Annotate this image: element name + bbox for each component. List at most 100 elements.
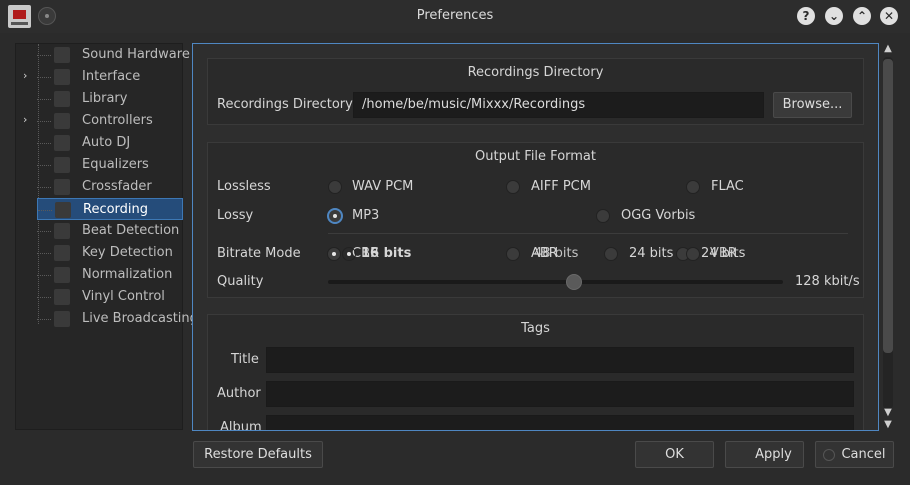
24-bits-radio[interactable] bbox=[604, 247, 618, 261]
sidebar-item-label: Beat Detection bbox=[82, 223, 180, 238]
sidebar-item-crossfader[interactable]: Crossfader bbox=[37, 176, 183, 198]
title-bar: Preferences ? ⌄ ⌃ ✕ bbox=[0, 0, 910, 33]
tree-branch bbox=[38, 210, 52, 211]
mp3-radio[interactable] bbox=[328, 209, 342, 223]
tree-branch bbox=[37, 99, 51, 100]
sidebar-item-sound-hardware[interactable]: Sound Hardware bbox=[37, 44, 190, 66]
scroll-down-arrow-icon-2[interactable]: ▼ bbox=[881, 419, 895, 431]
ok-label: OK bbox=[665, 447, 684, 462]
apply-label: Apply bbox=[755, 447, 792, 462]
tree-branch bbox=[37, 319, 51, 320]
cancel-circle-icon bbox=[823, 448, 836, 461]
apply-button[interactable]: Apply bbox=[725, 441, 804, 468]
tree-branch bbox=[37, 55, 51, 56]
preferences-sidebar: Sound Hardware Interface › Library Controlle… bbox=[15, 43, 198, 430]
sidebar-item-normalization[interactable]: Normalization bbox=[37, 264, 183, 286]
tree-branch bbox=[37, 77, 51, 78]
tags-group: Tags Title Author Album bbox=[207, 314, 864, 431]
sidebar-item-label: Interface bbox=[82, 69, 141, 84]
sidebar-item-beat-detection[interactable]: Beat Detection bbox=[37, 220, 183, 242]
cancel-label: Cancel bbox=[841, 447, 886, 462]
sidebar-item-interface[interactable]: Interface bbox=[37, 66, 183, 88]
ok-button[interactable]: OK bbox=[635, 441, 714, 468]
tree-branch bbox=[37, 143, 51, 144]
16-bits-radio[interactable] bbox=[342, 247, 356, 261]
ogg-vorbis-radio[interactable] bbox=[596, 209, 610, 223]
recordings-directory-label: Recordings Directory: bbox=[217, 97, 357, 112]
bitrate-mode-label: Bitrate Mode bbox=[217, 246, 301, 261]
key-icon bbox=[54, 245, 70, 261]
sidebar-item-key-detection[interactable]: Key Detection bbox=[37, 242, 183, 264]
wav-pcm-label: WAV PCM bbox=[352, 179, 414, 194]
quality-value: 128 kbit/s bbox=[795, 274, 860, 289]
restore-defaults-button[interactable]: Restore Defaults bbox=[193, 441, 323, 468]
autodj-icon bbox=[54, 135, 70, 151]
sidebar-item-label: Crossfader bbox=[82, 179, 152, 194]
aiff-pcm-radio[interactable] bbox=[506, 180, 520, 194]
sidebar-item-auto-dj[interactable]: Auto DJ bbox=[37, 132, 183, 154]
quality-slider-handle[interactable] bbox=[565, 274, 582, 290]
lossy-label: Lossy bbox=[217, 208, 254, 223]
speaker-icon bbox=[54, 47, 70, 63]
sidebar-item-label: Sound Hardware bbox=[82, 47, 190, 62]
recordings-directory-input[interactable]: /home/be/music/Mixxx/Recordings bbox=[353, 92, 764, 118]
maximize-button[interactable]: ⌃ bbox=[853, 7, 871, 25]
sidebar-item-label: Auto DJ bbox=[82, 135, 131, 150]
broadcast-icon bbox=[54, 311, 70, 327]
window-title: Preferences bbox=[416, 8, 494, 23]
24-bits-radio-2[interactable] bbox=[686, 247, 700, 261]
cbr-radio[interactable] bbox=[327, 247, 341, 261]
format-separator bbox=[328, 233, 848, 234]
sidebar-item-recording[interactable]: Recording bbox=[37, 198, 183, 220]
interface-icon bbox=[54, 69, 70, 85]
aiff-pcm-label: AIFF PCM bbox=[531, 179, 591, 194]
wav-pcm-radio[interactable] bbox=[328, 180, 342, 194]
controller-icon bbox=[54, 113, 70, 129]
sidebar-item-live-broadcasting[interactable]: Live Broadcasting bbox=[37, 308, 198, 330]
scroll-up-arrow-icon[interactable]: ▲ bbox=[881, 43, 895, 55]
album-label: Album bbox=[220, 420, 262, 431]
lossless-label: Lossless bbox=[217, 179, 271, 194]
sidebar-item-controllers[interactable]: Controllers bbox=[37, 110, 183, 132]
48-bits-label: 48 bits bbox=[534, 246, 579, 261]
24-bits-label: 24 bits bbox=[629, 246, 674, 261]
scroll-thumb[interactable] bbox=[883, 59, 893, 353]
help-button[interactable]: ? bbox=[797, 7, 815, 25]
chevron-right-icon[interactable]: › bbox=[23, 113, 27, 126]
sidebar-item-label: Normalization bbox=[82, 267, 173, 282]
minimize-button[interactable]: ⌄ bbox=[825, 7, 843, 25]
output-format-title: Output File Format bbox=[475, 149, 596, 164]
mp3-label: MP3 bbox=[352, 208, 380, 223]
recording-preferences-panel: Recordings Directory Recordings Director… bbox=[192, 43, 879, 431]
browse-button[interactable]: Browse... bbox=[773, 92, 852, 118]
sidebar-item-label: Library bbox=[82, 91, 128, 106]
title-label: Title bbox=[231, 352, 259, 367]
vbr-label: VBR bbox=[710, 246, 737, 261]
author-label: Author bbox=[217, 386, 261, 401]
quality-slider-track[interactable] bbox=[328, 280, 783, 284]
sidebar-item-label: Controllers bbox=[82, 113, 153, 128]
chevron-right-icon[interactable]: › bbox=[23, 69, 27, 82]
quality-label: Quality bbox=[217, 274, 264, 289]
library-icon bbox=[54, 91, 70, 107]
checkmark-icon bbox=[737, 449, 749, 461]
close-button[interactable]: ✕ bbox=[880, 7, 898, 25]
tree-branch bbox=[37, 121, 51, 122]
flac-radio[interactable] bbox=[686, 180, 700, 194]
main-panel-scrollbar[interactable]: ▲ ▼ ▼ bbox=[881, 43, 895, 431]
abr-radio[interactable] bbox=[506, 247, 520, 261]
sidebar-item-label: Equalizers bbox=[82, 157, 149, 172]
author-input[interactable] bbox=[266, 381, 854, 407]
beat-icon bbox=[54, 223, 70, 239]
sidebar-item-equalizers[interactable]: Equalizers bbox=[37, 154, 183, 176]
tree-branch bbox=[37, 187, 51, 188]
album-input[interactable] bbox=[266, 415, 854, 430]
sidebar-item-label: Live Broadcasting bbox=[82, 311, 198, 326]
tree-branch bbox=[37, 297, 51, 298]
sidebar-item-label: Recording bbox=[83, 202, 149, 217]
cancel-button[interactable]: Cancel bbox=[815, 441, 894, 468]
sidebar-item-library[interactable]: Library bbox=[37, 88, 183, 110]
sidebar-item-vinyl-control[interactable]: Vinyl Control bbox=[37, 286, 183, 308]
scroll-down-arrow-icon[interactable]: ▼ bbox=[881, 407, 895, 419]
title-input[interactable] bbox=[266, 347, 854, 373]
